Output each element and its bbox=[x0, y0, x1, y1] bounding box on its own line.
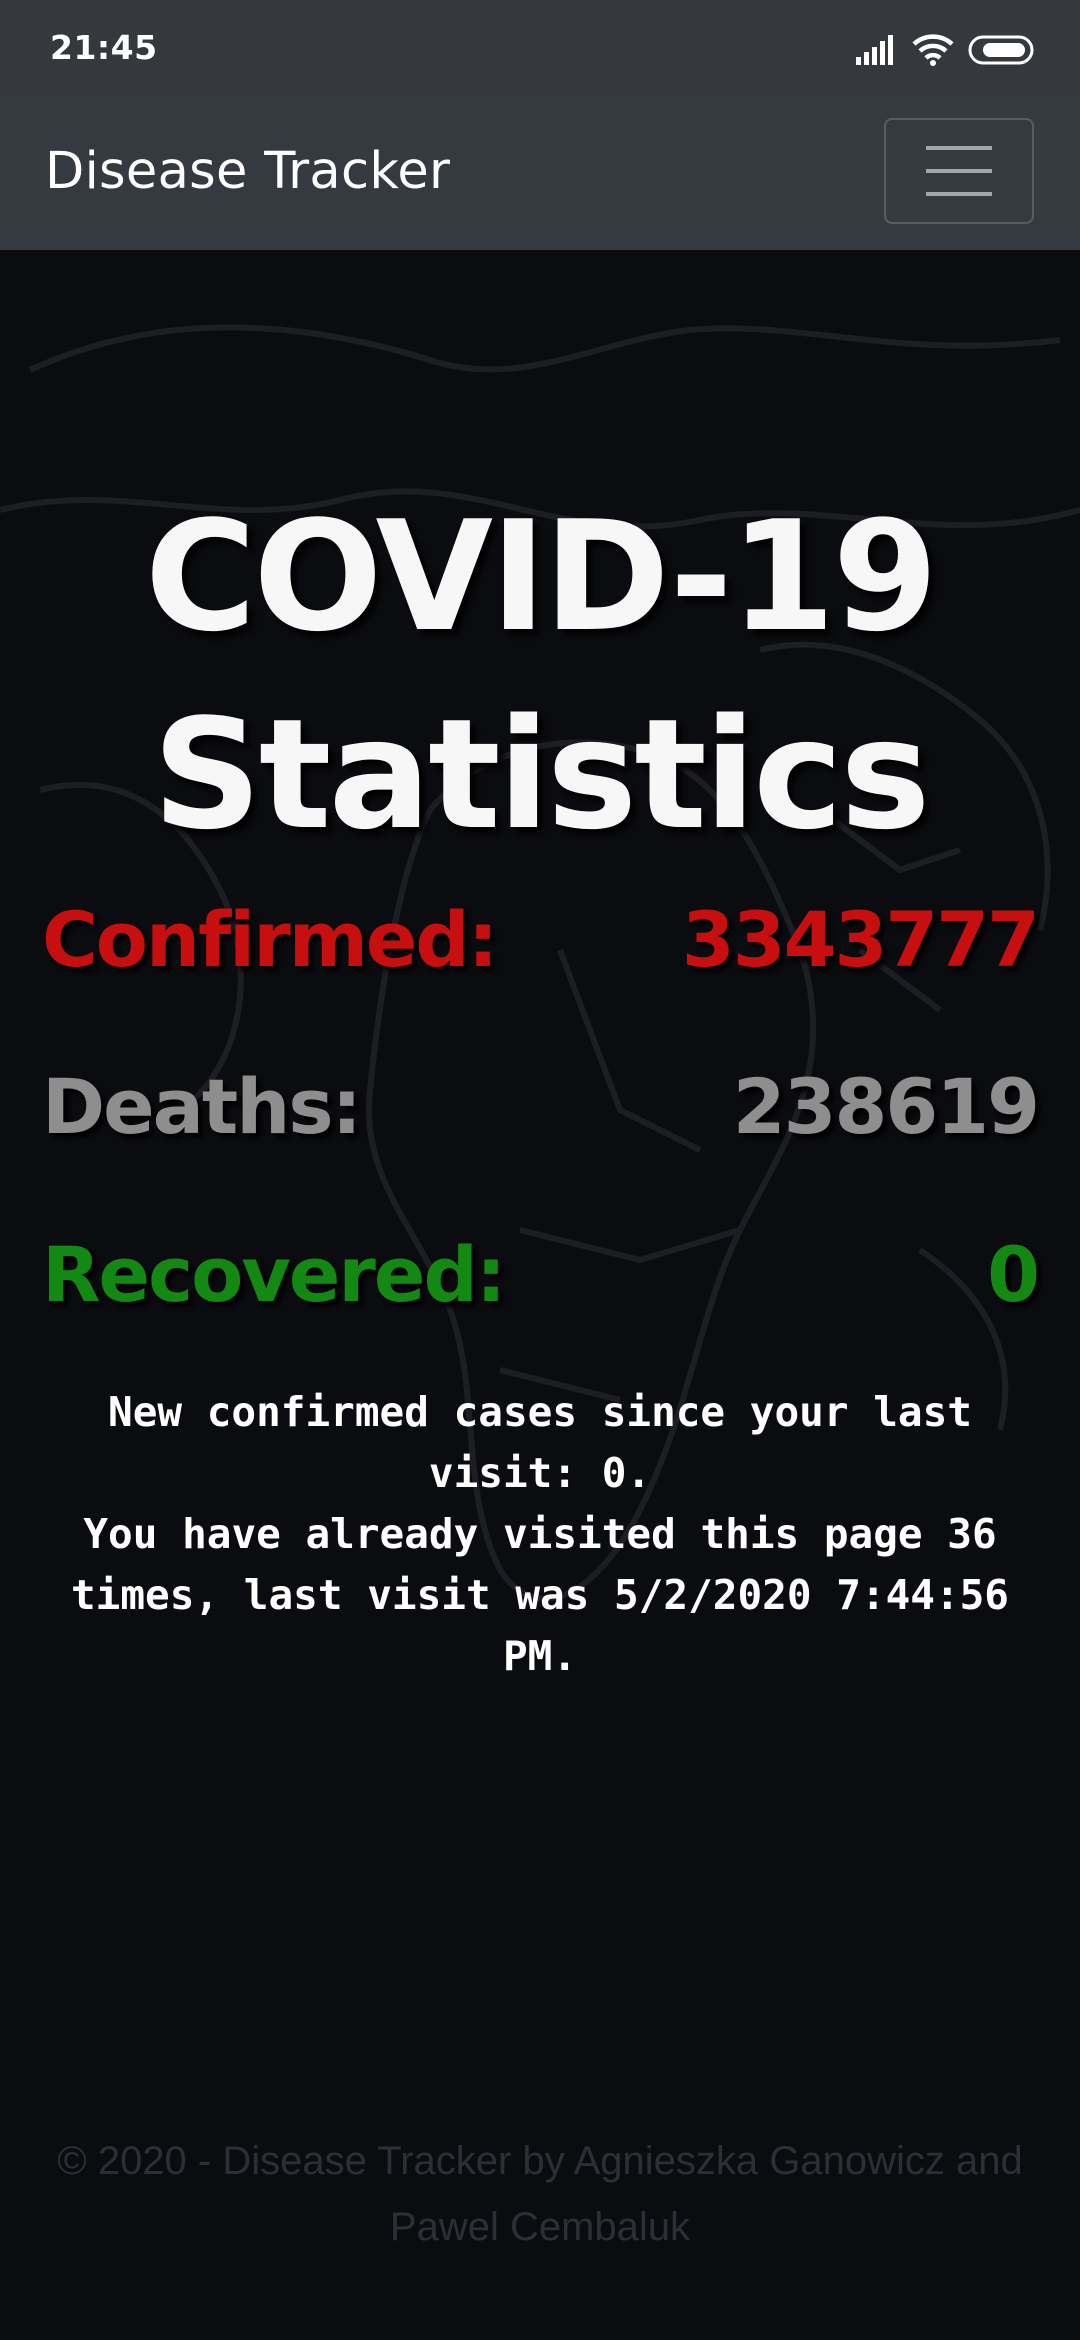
new-cases-text: New confirmed cases since your last visi… bbox=[108, 1388, 972, 1497]
wifi-icon bbox=[912, 34, 954, 66]
app-screen: 21:45 Disease Tracker COVID-19 Statistic… bbox=[0, 0, 1080, 2340]
navbar-brand[interactable]: Disease Tracker bbox=[45, 142, 450, 201]
recovered-value: 0 bbox=[987, 1230, 1040, 1319]
signal-icon bbox=[856, 35, 893, 65]
hamburger-menu-icon bbox=[926, 146, 992, 196]
main-content: COVID-19 Statistics Confirmed: 3343777 D… bbox=[0, 250, 1080, 2340]
page-title: COVID-19 Statistics bbox=[144, 488, 938, 863]
navbar-toggler-button[interactable] bbox=[884, 118, 1034, 224]
visits-text: You have already visited this page 36 ti… bbox=[71, 1510, 1009, 1680]
deaths-label: Deaths: bbox=[42, 1062, 362, 1151]
status-icons bbox=[856, 30, 1034, 70]
confirmed-stat: Confirmed: 3343777 bbox=[42, 895, 1040, 985]
confirmed-value: 3343777 bbox=[681, 895, 1040, 984]
recovered-label: Recovered: bbox=[42, 1230, 506, 1319]
deaths-stat: Deaths: 238619 bbox=[42, 1062, 1040, 1152]
battery-icon bbox=[968, 35, 1034, 65]
status-bar: 21:45 bbox=[0, 0, 1080, 96]
recovered-stat: Recovered: 0 bbox=[42, 1230, 1040, 1320]
visit-info: New confirmed cases since your last visi… bbox=[50, 1382, 1030, 1687]
status-time: 21:45 bbox=[50, 28, 158, 67]
navbar: Disease Tracker bbox=[0, 96, 1080, 250]
confirmed-label: Confirmed: bbox=[42, 895, 498, 984]
deaths-value: 238619 bbox=[732, 1062, 1040, 1151]
footer: © 2020 - Disease Tracker by Agnieszka Ga… bbox=[57, 2139, 1023, 2249]
